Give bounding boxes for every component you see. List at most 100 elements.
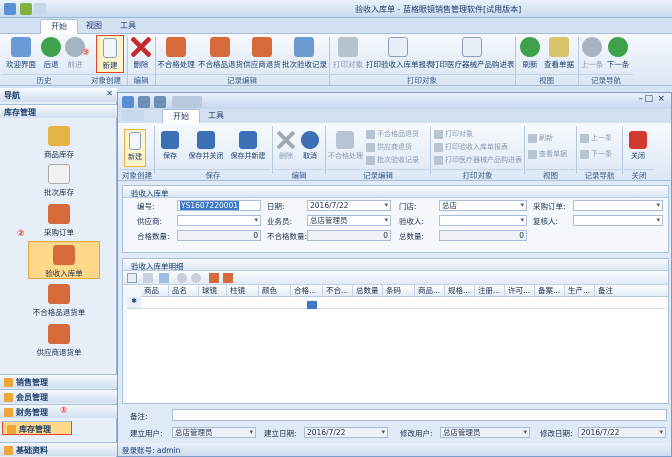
save-button[interactable]: 保存 — [158, 131, 182, 161]
print-receipt-report-button[interactable]: 打印验收入库单报表 — [366, 37, 434, 70]
minimize-icon[interactable]: – — [639, 94, 644, 104]
delete-row-icon[interactable] — [143, 273, 153, 283]
nav-section-inventory[interactable]: 库存管理 — [2, 421, 72, 435]
nav-section-members[interactable]: 会员管理 — [0, 389, 117, 403]
house-icon[interactable] — [223, 273, 233, 283]
new-button[interactable]: 新建 — [96, 35, 124, 73]
view-document-button[interactable]: 查看单据 — [543, 37, 575, 70]
batch-record-button[interactable]: 批次验收记录 — [282, 37, 327, 70]
po-field[interactable] — [573, 200, 663, 211]
unqualified-process-button[interactable]: 不合格处理 — [157, 37, 195, 70]
col-note[interactable]: 备注 — [595, 285, 668, 297]
inner-prev-button[interactable]: 上一条 — [580, 133, 612, 143]
record-icon[interactable] — [177, 273, 187, 283]
inner-unqualified-return[interactable]: 不合格品退货 — [366, 129, 419, 139]
quick-print-icon[interactable] — [154, 96, 166, 108]
inner-refresh-button[interactable]: 刷新 — [528, 133, 553, 143]
date-field[interactable]: 2016/7/22 — [307, 200, 391, 211]
new-row[interactable] — [141, 297, 668, 309]
unqualified-return-button[interactable]: 不合格品退货 — [198, 37, 243, 70]
cancel-button[interactable]: 取消 — [299, 131, 321, 161]
quick-save-icon[interactable] — [138, 96, 150, 108]
house-icon[interactable] — [209, 273, 219, 283]
inner-next-button[interactable]: 下一条 — [580, 149, 612, 159]
nav-item-purchase-order[interactable]: 采购订单 — [12, 204, 106, 238]
col-product[interactable]: 商品 — [141, 285, 169, 297]
inner-tab-start[interactable]: 开始 — [162, 109, 200, 124]
nav-section-finance[interactable]: 财务管理 — [0, 404, 117, 418]
clerk-field[interactable]: 总店管理员 — [307, 215, 391, 226]
maximize-icon[interactable]: □ — [644, 94, 653, 104]
delete-button[interactable]: 删除 — [130, 37, 152, 70]
welcome-button[interactable]: 欢迎界面 — [4, 37, 38, 70]
refresh-button[interactable]: 刷新 — [518, 37, 542, 70]
nav-item-unqualified-return[interactable]: 不合格品退货单 — [12, 284, 106, 318]
inspector-field[interactable] — [439, 215, 527, 226]
clerk-label: 业务员: — [267, 217, 293, 226]
nav-item-receipt[interactable]: 验收入库单 — [28, 241, 100, 279]
grid-body[interactable]: ✱ — [127, 297, 668, 403]
col-total[interactable]: 总数量 — [353, 285, 383, 297]
inner-print-object[interactable]: 打印对象 — [434, 129, 473, 139]
pin-icon[interactable]: ✕ — [106, 89, 113, 98]
inner-group-save: 保存 — [156, 169, 270, 181]
no-field[interactable]: YS1607220001 — [177, 200, 261, 211]
nav-item-product-stock[interactable]: 商品库存 — [12, 126, 106, 160]
back-button[interactable]: 后退 — [38, 37, 64, 70]
inner-supplier-return[interactable]: 供应商退货 — [366, 142, 412, 152]
nav-item-batch-stock[interactable]: 批次库存 — [12, 164, 106, 198]
col-cyl[interactable]: 柱镜 — [227, 285, 259, 297]
print-object-button[interactable]: 打印对象 — [332, 37, 364, 70]
main-ribbon: 欢迎界面 后退 前进 ③ 新建 删除 不合格处理 不合格品退货 供应商退货 批次… — [0, 34, 672, 86]
col-unqualified[interactable]: 不合... — [323, 285, 353, 297]
col-barcode[interactable]: 条码 — [383, 285, 415, 297]
annotation-3: ③ — [82, 48, 90, 58]
close-window-icon[interactable]: × — [657, 94, 665, 104]
print-medical-purchase-button[interactable]: 打印医疗器械产品购进表 — [432, 37, 515, 70]
record-icon — [366, 155, 375, 165]
tab-start[interactable]: 开始 — [40, 19, 78, 34]
tab-tools[interactable]: 工具 — [110, 19, 146, 34]
col-sph[interactable]: 球镜 — [199, 285, 227, 297]
inner-new-button[interactable]: 新建 — [124, 129, 146, 167]
inner-close-button[interactable]: 关闭 — [626, 131, 650, 161]
quick-save-icon[interactable] — [20, 3, 32, 15]
reviewer-field[interactable] — [573, 215, 663, 226]
col-record[interactable]: 备案... — [535, 285, 565, 297]
note-field[interactable] — [172, 409, 667, 421]
nav-section-sales[interactable]: 销售管理 — [0, 374, 117, 388]
inner-delete-button[interactable]: 删除 — [275, 131, 297, 161]
record-icon[interactable] — [191, 273, 201, 283]
quick-nav-icon[interactable] — [172, 96, 202, 108]
supplier-field[interactable] — [177, 215, 261, 226]
nav-item-supplier-return[interactable]: 供应商退货单 — [12, 324, 106, 358]
inner-unqualified-button[interactable]: 不合格处理 — [328, 131, 363, 161]
inner-batch-record[interactable]: 批次验收记录 — [366, 155, 419, 165]
store-field[interactable]: 总店 — [439, 200, 527, 211]
inner-tab-tools[interactable]: 工具 — [198, 109, 234, 124]
inner-print-medical-purchase[interactable]: 打印医疗器械产品购进表 — [434, 155, 522, 165]
copy-icon[interactable] — [159, 273, 169, 283]
col-register[interactable]: 注册... — [475, 285, 505, 297]
save-new-button[interactable]: 保存并新建 — [228, 131, 268, 161]
next-record-button[interactable]: 下一条 — [605, 37, 631, 70]
tab-view[interactable]: 视图 — [76, 19, 112, 34]
app-menu-icon[interactable] — [122, 110, 144, 121]
col-product-more[interactable]: 商品... — [415, 285, 445, 297]
col-license[interactable]: 许可... — [505, 285, 535, 297]
col-qualified[interactable]: 合格... — [291, 285, 323, 297]
col-name[interactable]: 品名 — [169, 285, 199, 297]
save-close-button[interactable]: 保存并关闭 — [186, 131, 226, 161]
prev-record-button[interactable]: 上一条 — [580, 37, 604, 70]
col-producer[interactable]: 生产... — [565, 285, 595, 297]
nav-section-basic-data[interactable]: 基础资料 — [0, 442, 117, 456]
add-row-icon[interactable] — [127, 273, 137, 283]
col-spec[interactable]: 规格... — [445, 285, 475, 297]
nav-top-section[interactable]: 库存管理 — [0, 104, 117, 118]
quick-access-dropdown-icon[interactable] — [34, 3, 46, 15]
inner-print-receipt-report[interactable]: 打印验收入库单报表 — [434, 142, 508, 152]
grid-toolbar — [123, 271, 668, 285]
inner-view-doc-button[interactable]: 查看单据 — [528, 149, 567, 159]
supplier-return-button[interactable]: 供应商退货 — [243, 37, 281, 70]
col-color[interactable]: 颜色 — [259, 285, 291, 297]
